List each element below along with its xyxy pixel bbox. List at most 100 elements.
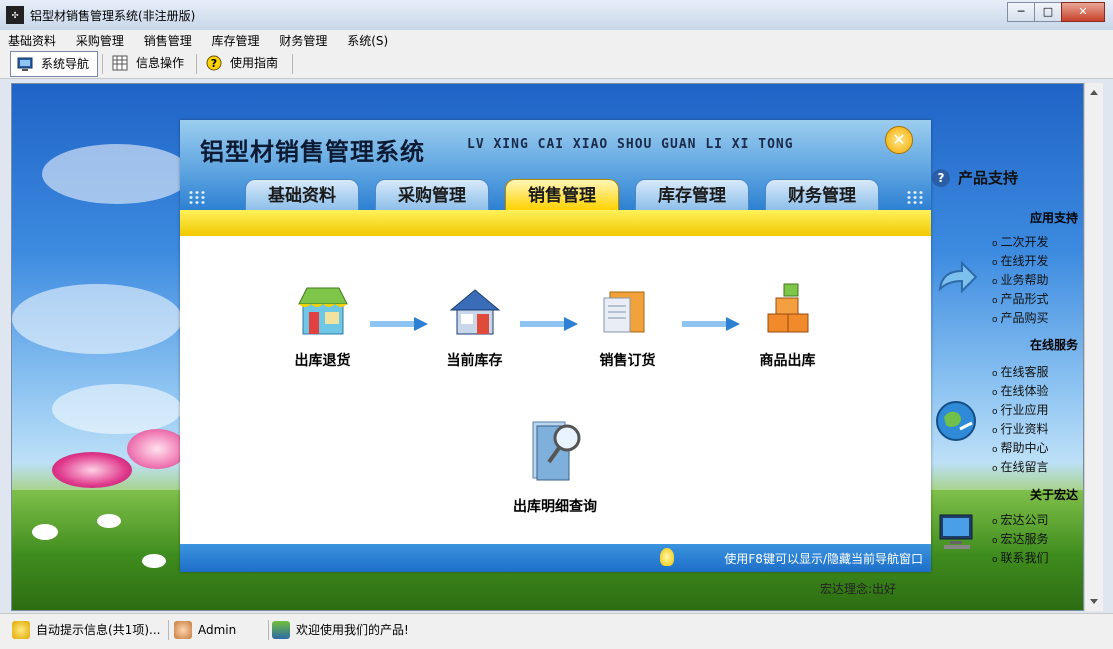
boxes-icon: [767, 283, 808, 333]
close-button[interactable]: ✕: [1061, 2, 1105, 22]
grid-icon: [112, 55, 128, 71]
status-separator: [168, 620, 169, 640]
module-tabs: 基础资料 采购管理 销售管理 库存管理 财务管理: [180, 178, 931, 210]
node-goods-out[interactable]: 商品出库: [745, 280, 830, 370]
status-welcome: 欢迎使用我们的产品!: [272, 620, 409, 640]
status-user-text: Admin: [198, 623, 237, 637]
status-tips[interactable]: 自动提示信息(共1项)...: [12, 620, 160, 640]
menu-basic[interactable]: 基础资料: [0, 30, 64, 50]
system-nav-label: 系统导航: [41, 57, 90, 71]
flow-arrow-icon: [370, 317, 428, 331]
window-title: 铝型材销售管理系统(非注册版): [30, 9, 196, 23]
menu-system[interactable]: 系统(S): [339, 30, 396, 50]
menu-inventory[interactable]: 库存管理: [204, 30, 268, 50]
link-product-buy[interactable]: 产品购买: [992, 309, 1049, 326]
flow-arrow-icon: [682, 317, 740, 331]
node-goods-out-label: 商品出库: [759, 353, 816, 369]
svg-text:?: ?: [211, 57, 217, 70]
link-service[interactable]: 宏达服务: [992, 530, 1049, 547]
order-folder-icon: [603, 291, 644, 333]
link-online-message[interactable]: 在线留言: [992, 458, 1049, 475]
link-help-center[interactable]: 帮助中心: [992, 439, 1049, 456]
product-cube-icon: [272, 621, 290, 639]
minimize-button[interactable]: ─: [1007, 2, 1035, 22]
status-tips-text: 自动提示信息(共1项)...: [36, 623, 161, 637]
node-return-label: 出库退货: [294, 353, 351, 369]
section-about: 关于宏达: [1029, 488, 1078, 502]
tab-dots: [188, 190, 206, 204]
vertical-scrollbar[interactable]: [1084, 83, 1103, 611]
question-icon: ?: [932, 168, 950, 187]
system-nav-button[interactable]: 系统导航: [10, 51, 99, 77]
toolbar: 系统导航 信息操作 ? 使用指南: [0, 50, 1113, 79]
node-current-stock-label: 当前库存: [446, 353, 503, 369]
monitor-icon: [17, 57, 33, 71]
node-current-stock[interactable]: 当前库存: [432, 280, 517, 370]
window-controls: ─ □ ✕: [1007, 2, 1105, 22]
nav-close-icon[interactable]: ✕: [885, 126, 913, 154]
cloud: [12, 284, 182, 354]
flower: [32, 524, 58, 540]
help-icon: ?: [206, 55, 222, 71]
tab-finance[interactable]: 财务管理: [765, 179, 879, 210]
flow-arrow-icon: [520, 317, 578, 331]
link-business-help[interactable]: 业务帮助: [992, 271, 1049, 288]
maximize-button[interactable]: □: [1034, 2, 1062, 22]
nav-header: 铝型材销售管理系统 LV XING CAI XIAO SHOU GUAN LI …: [180, 120, 931, 210]
menu-purchase[interactable]: 采购管理: [68, 30, 132, 50]
tab-inventory[interactable]: 库存管理: [635, 179, 749, 210]
flower: [52, 452, 132, 488]
node-sales-order-label: 销售订货: [599, 353, 656, 369]
user-icon: [174, 621, 192, 639]
computer-icon: [939, 514, 973, 549]
menu-sales[interactable]: 销售管理: [136, 30, 200, 50]
status-bar: 自动提示信息(共1项)... Admin 欢迎使用我们的产品!: [0, 613, 1113, 649]
menu-bar: 基础资料 采购管理 销售管理 库存管理 财务管理 系统(S): [0, 30, 1113, 50]
scroll-down-icon[interactable]: [1090, 599, 1098, 604]
app-icon[interactable]: ✣: [6, 6, 24, 24]
tab-dots: [906, 190, 924, 204]
tab-basic[interactable]: 基础资料: [245, 179, 359, 210]
nav-hint: 使用F8键可以显示/隐藏当前导航窗口: [724, 552, 923, 566]
info-op-button[interactable]: 信息操作: [106, 51, 192, 75]
link-product-form[interactable]: 产品形式: [992, 290, 1049, 307]
link-contact[interactable]: 联系我们: [992, 549, 1049, 566]
bulb-icon: [660, 548, 674, 566]
product-support-label: 产品支持: [958, 169, 1019, 187]
toolbar-separator: [196, 54, 197, 74]
product-support-title: ? 产品支持: [932, 167, 1018, 188]
flower: [97, 514, 121, 528]
node-outbound-query-label: 出库明细查询: [513, 499, 597, 515]
link-online-trial[interactable]: 在线体验: [992, 382, 1049, 399]
toolbar-separator: [292, 54, 293, 74]
company-motto: 宏达理念:出好: [820, 582, 897, 596]
warehouse-icon: [449, 289, 500, 335]
shop-icon: [297, 287, 348, 335]
section-app-support: 应用支持: [1029, 211, 1078, 225]
tab-underline-bar: [180, 210, 931, 236]
navigation-window: 铝型材销售管理系统 LV XING CAI XIAO SHOU GUAN LI …: [180, 120, 931, 572]
node-return[interactable]: 出库退货: [280, 280, 365, 370]
info-op-label: 信息操作: [136, 56, 185, 70]
lightbulb-icon: [12, 621, 30, 639]
tab-sales[interactable]: 销售管理: [505, 179, 619, 210]
link-secondary-dev[interactable]: 二次开发: [992, 233, 1049, 250]
node-sales-order[interactable]: 销售订货: [585, 280, 670, 370]
nav-footer: 使用F8键可以显示/隐藏当前导航窗口: [180, 544, 931, 572]
product-support-panel: ? 产品支持 应用支持 二次开发 在线开发 业务帮助 产品形式 产品购买 在线服…: [920, 83, 1082, 609]
arrow-forward-icon: [938, 260, 978, 294]
section-online-service: 在线服务: [1029, 338, 1078, 352]
link-online-cs[interactable]: 在线客服: [992, 363, 1049, 380]
tab-purchase[interactable]: 采购管理: [375, 179, 489, 210]
link-company[interactable]: 宏达公司: [992, 511, 1049, 528]
node-outbound-query[interactable]: 出库明细查询: [490, 416, 620, 516]
flower: [127, 429, 187, 469]
link-online-dev[interactable]: 在线开发: [992, 252, 1049, 269]
cloud: [42, 144, 192, 204]
link-industry-app[interactable]: 行业应用: [992, 401, 1049, 418]
scroll-up-icon[interactable]: [1090, 90, 1098, 95]
guide-label: 使用指南: [230, 56, 279, 70]
guide-button[interactable]: ? 使用指南: [200, 51, 286, 75]
menu-finance[interactable]: 财务管理: [271, 30, 335, 50]
link-industry-data[interactable]: 行业资料: [992, 420, 1049, 437]
